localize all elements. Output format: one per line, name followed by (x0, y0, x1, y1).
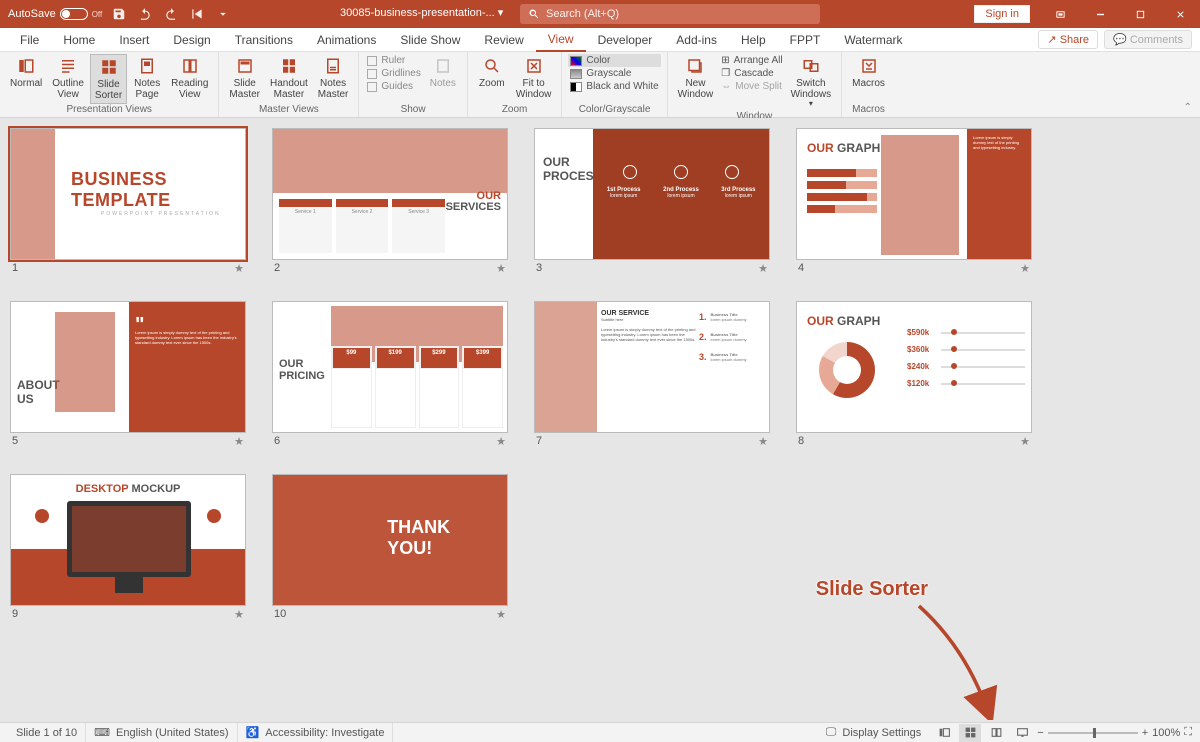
arrange-all-button[interactable]: ⊞Arrange All (719, 54, 784, 67)
autosave-toggle[interactable]: AutoSave Off (8, 8, 102, 20)
group-zoom: Zoom Fit to Window Zoom (468, 52, 563, 117)
zoom-button[interactable]: Zoom (474, 54, 510, 91)
qat-more-icon[interactable] (214, 5, 232, 23)
move-split-button[interactable]: ⇔Move Split (719, 80, 784, 93)
tab-slideshow[interactable]: Slide Show (388, 29, 472, 51)
tab-file[interactable]: File (8, 29, 51, 51)
handout-master-button[interactable]: Handout Master (266, 54, 312, 102)
undo-icon[interactable] (136, 5, 154, 23)
search-box[interactable]: Search (Alt+Q) (520, 4, 820, 24)
slide-thumbnail[interactable]: OUR GRAPH Lorem ipsum is simply dummy te… (796, 128, 1032, 275)
collapse-ribbon-icon[interactable]: ⌃ (1184, 102, 1192, 113)
group-presentation-views: Normal Outline View Slide Sorter Notes P… (0, 52, 219, 117)
notes-button[interactable]: Notes (425, 54, 461, 91)
tab-home[interactable]: Home (51, 29, 107, 51)
slide-thumbnail[interactable]: OUR GRAPH $590k $360k $240k $120k 8★ (796, 301, 1032, 448)
redo-icon[interactable] (162, 5, 180, 23)
tab-insert[interactable]: Insert (107, 29, 161, 51)
tab-help[interactable]: Help (729, 29, 778, 51)
ribbon-display-icon[interactable] (1040, 0, 1080, 28)
reading-view-button[interactable]: Reading View (167, 54, 212, 102)
comments-button[interactable]: 💬 Comments (1104, 30, 1192, 49)
slide-thumbnail[interactable]: OUR SERVICESubtitle hereLorem ipsum is s… (534, 301, 770, 448)
gridlines-checkbox[interactable]: Gridlines (365, 67, 422, 80)
guides-checkbox[interactable]: Guides (365, 80, 422, 93)
group-color: Color Grayscale Black and White Color/Gr… (562, 52, 667, 117)
document-title[interactable]: 30085-business-presentation-... ▾ (340, 6, 503, 19)
slide-sorter-panel: BUSINESSTEMPLATE POWERPOINT PRESENTATION… (0, 118, 1200, 722)
maximize-icon[interactable] (1120, 0, 1160, 28)
color-button[interactable]: Color (568, 54, 660, 67)
notes-master-button[interactable]: Notes Master (314, 54, 353, 102)
normal-view-button[interactable]: Normal (6, 54, 46, 91)
display-settings-button[interactable]: 🖵Display Settings (818, 726, 929, 739)
group-show: Ruler Gridlines Guides Notes Show (359, 52, 467, 117)
status-slide[interactable]: Slide 1 of 10 (8, 723, 86, 742)
tab-fppt[interactable]: FPPT (778, 29, 833, 51)
from-beginning-icon[interactable] (188, 5, 206, 23)
notes-page-button[interactable]: Notes Page (129, 54, 165, 102)
title-bar: AutoSave Off 30085-business-presentation… (0, 0, 1200, 28)
slideshow-icon[interactable] (1011, 724, 1033, 742)
group-macros: Macros Macros (842, 52, 895, 117)
tab-animations[interactable]: Animations (305, 29, 388, 51)
slide-thumbnail[interactable]: OURPROCESS 1st Processlorem ipsum2nd Pro… (534, 128, 770, 275)
tab-design[interactable]: Design (161, 29, 222, 51)
tab-addins[interactable]: Add-ins (664, 29, 729, 51)
macros-button[interactable]: Macros (848, 54, 889, 91)
slide-thumbnail[interactable]: OURSERVICES Service 1Service 2Service 3 … (272, 128, 508, 275)
slide-thumbnail[interactable]: OURPRICING $99 $199 $299 $399 6★ (272, 301, 508, 448)
group-master-views: Slide Master Handout Master Notes Master… (219, 52, 359, 117)
slide-thumbnail[interactable]: ABOUTUS "Lorem ipsum is simply dummy tex… (10, 301, 246, 448)
cascade-button[interactable]: ❐Cascade (719, 67, 784, 80)
group-window: New Window ⊞Arrange All ❐Cascade ⇔Move S… (668, 52, 842, 117)
status-language[interactable]: ⌨English (United States) (86, 723, 237, 742)
ruler-checkbox[interactable]: Ruler (365, 54, 422, 67)
signin-button[interactable]: Sign in (974, 5, 1030, 23)
bw-button[interactable]: Black and White (568, 80, 660, 93)
normal-view-icon[interactable] (933, 724, 955, 742)
outline-view-button[interactable]: Outline View (48, 54, 88, 102)
grayscale-button[interactable]: Grayscale (568, 67, 660, 80)
slide-thumbnail[interactable]: DESKTOP MOCKUP 9★ (10, 474, 246, 621)
switch-windows-button[interactable]: Switch Windows▾ (787, 54, 836, 111)
fit-icon[interactable]: ⛶ (1184, 726, 1192, 739)
reading-view-icon[interactable] (985, 724, 1007, 742)
zoom-slider[interactable]: −+ 100% ⛶ (1037, 726, 1192, 739)
status-accessibility[interactable]: ♿Accessibility: Investigate (238, 723, 394, 742)
fit-button[interactable]: Fit to Window (512, 54, 556, 102)
slide-thumbnail[interactable]: THANKYOU! 10★ (272, 474, 508, 621)
tab-transitions[interactable]: Transitions (223, 29, 305, 51)
new-window-button[interactable]: New Window (674, 54, 718, 102)
tab-developer[interactable]: Developer (586, 29, 665, 51)
slide-master-button[interactable]: Slide Master (225, 54, 264, 102)
share-button[interactable]: ↗ Share (1038, 30, 1098, 49)
status-bar: Slide 1 of 10 ⌨English (United States) ♿… (0, 722, 1200, 742)
annotation-arrow-icon (910, 600, 1000, 720)
tab-review[interactable]: Review (472, 29, 535, 51)
close-icon[interactable] (1160, 0, 1200, 28)
slide-thumbnail[interactable]: BUSINESSTEMPLATE POWERPOINT PRESENTATION… (10, 128, 246, 275)
minimize-icon[interactable] (1080, 0, 1120, 28)
ribbon: Normal Outline View Slide Sorter Notes P… (0, 52, 1200, 118)
save-icon[interactable] (110, 5, 128, 23)
annotation-label: Slide Sorter (816, 578, 928, 601)
tab-view[interactable]: View (536, 28, 586, 52)
tab-watermark[interactable]: Watermark (832, 29, 914, 51)
ribbon-tabs: File Home Insert Design Transitions Anim… (0, 28, 1200, 52)
slide-sorter-button[interactable]: Slide Sorter (90, 54, 127, 104)
slide-sorter-view-icon[interactable] (959, 724, 981, 742)
search-icon (528, 8, 540, 20)
